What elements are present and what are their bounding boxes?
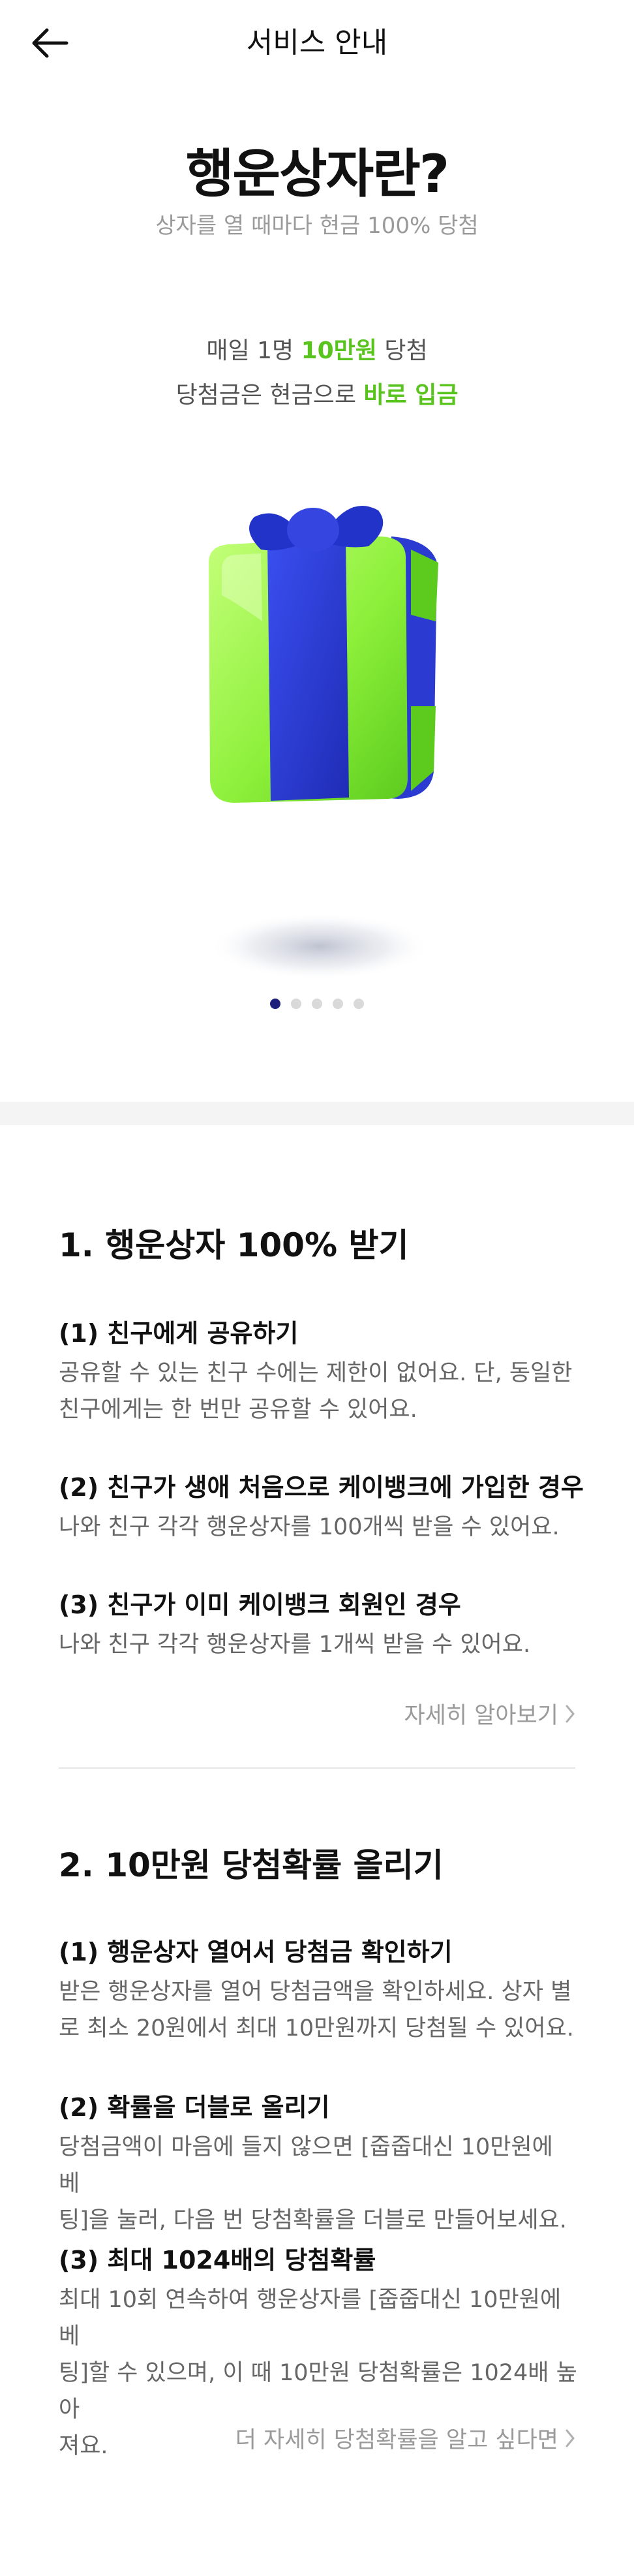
carousel-indicator (0, 999, 634, 1009)
item-title: (2) 친구가 생애 처음으로 케이뱅크에 가입한 경우 (59, 1473, 584, 1502)
hero-deposit-line: 당첨금은 현금으로 바로 입금 (175, 382, 459, 409)
hero-subtitle: 상자를 열 때마다 현금 100% 당첨 (155, 213, 479, 239)
carousel-dot[interactable] (333, 999, 343, 1009)
chevron-right-icon (566, 2429, 575, 2447)
item-title: (1) 행운상자 열어서 당첨금 확인하기 (59, 1938, 453, 1966)
prize-amount: 10만원 (301, 337, 377, 364)
deposit-highlight: 바로 입금 (363, 382, 459, 409)
item-title: (3) 친구가 이미 케이뱅크 회원인 경우 (59, 1591, 461, 1619)
item-body: 공유할 수 있는 친구 수에는 제한이 없어요. 단, 동일한 친구에게는 한 … (59, 1360, 573, 1423)
item-body: 받은 행운상자를 열어 당첨금액을 확인하세요. 상자 별 로 최소 20원에서… (59, 1979, 574, 2041)
app-header: 서비스 안내 (0, 0, 634, 86)
item-body: 나와 친구 각각 행운상자를 1개씩 받을 수 있어요. (59, 1632, 531, 1658)
carousel-dot[interactable] (354, 999, 364, 1009)
hero-section: 행운상자란? 상자를 열 때마다 현금 100% 당첨 매일 1명 10만원 당… (0, 86, 634, 1102)
section-title: 2. 10만원 당첨확률 올리기 (59, 1846, 444, 1884)
item-title: (1) 친구에게 공유하기 (59, 1319, 299, 1348)
hero-prize-line: 매일 1명 10만원 당첨 (206, 337, 428, 364)
learn-more-link[interactable]: 자세히 알아보기 (404, 1697, 575, 1730)
section-title: 1. 행운상자 100% 받기 (59, 1226, 409, 1264)
section-divider (0, 1102, 634, 1125)
probability-detail-link[interactable]: 더 자세히 당첨확률을 알고 싶다면 (235, 2421, 575, 2455)
gift-box-illustration (183, 491, 457, 1026)
section-separator (59, 1767, 575, 1769)
item-title: (2) 확률을 더블로 올리기 (59, 2093, 330, 2122)
carousel-dot[interactable] (312, 999, 322, 1009)
item-body: 나와 친구 각각 행운상자를 100개씩 받을 수 있어요. (59, 1514, 560, 1540)
carousel-dot[interactable] (291, 999, 301, 1009)
item-body: 당첨금액이 마음에 들지 않으면 [줍줍대신 10만원에 베 팅]을 눌러, 다… (59, 2134, 567, 2233)
hero-title: 행운상자란? (185, 144, 449, 204)
header-title: 서비스 안내 (246, 26, 388, 59)
carousel-dot[interactable] (270, 999, 280, 1009)
chevron-right-icon (566, 1705, 575, 1722)
item-title: (3) 최대 1024배의 당첨확률 (59, 2246, 376, 2274)
